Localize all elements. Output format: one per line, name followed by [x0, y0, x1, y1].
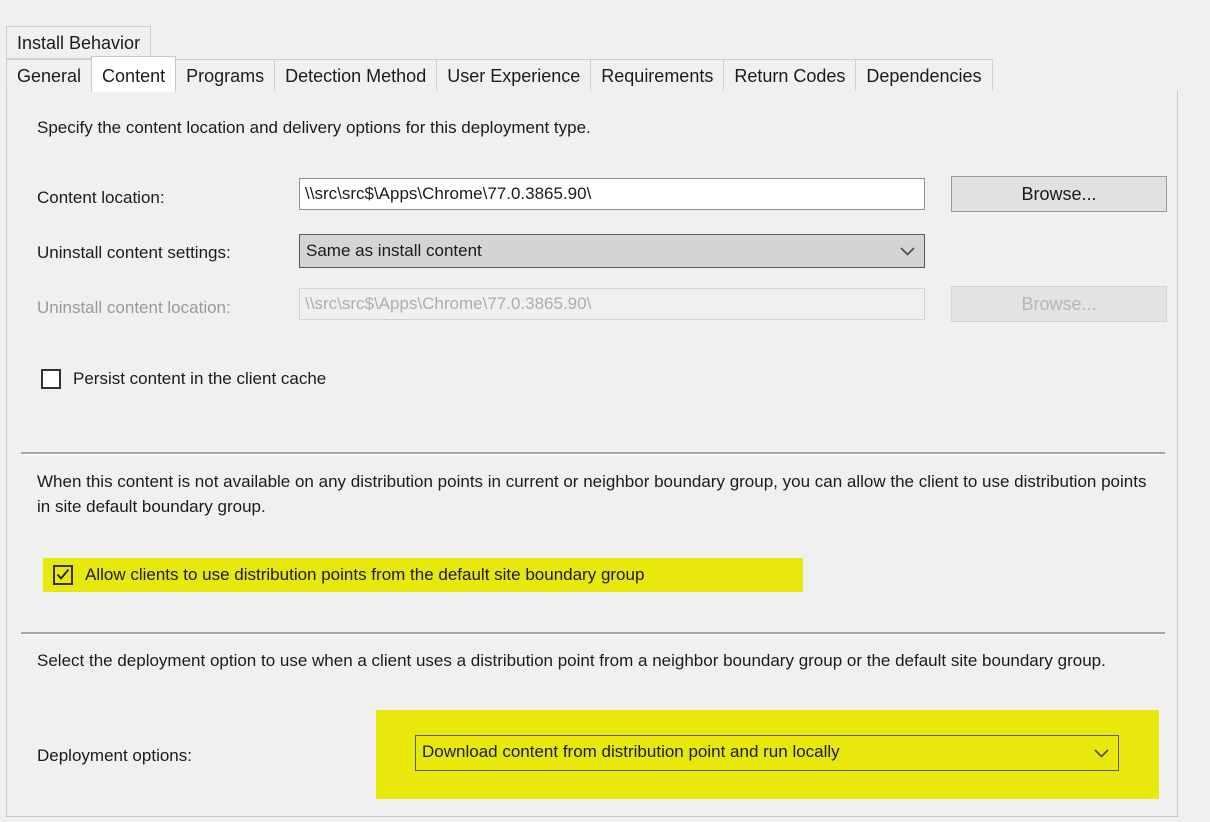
uninstall-content-location-browse-button: Browse... [951, 286, 1167, 322]
tab-install-behavior[interactable]: Install Behavior [6, 26, 151, 59]
allow-default-boundary-checkbox-row[interactable]: Allow clients to use distribution points… [43, 558, 803, 592]
tab-content[interactable]: Content [91, 56, 176, 92]
deployment-options-value: Download content from distribution point… [422, 742, 840, 761]
content-location-browse-button[interactable]: Browse... [951, 176, 1167, 212]
deployment-options-select[interactable]: Download content from distribution point… [415, 735, 1119, 771]
chevron-down-icon [899, 235, 915, 267]
deployment-option-paragraph: Select the deployment option to use when… [37, 648, 1163, 673]
separator-2 [21, 632, 1165, 635]
persist-content-label: Persist content in the client cache [73, 369, 326, 389]
uninstall-content-settings-value: Same as install content [306, 241, 482, 260]
dialog-window: Install Behavior General Content Program… [0, 0, 1210, 822]
separator-1 [21, 452, 1165, 455]
persist-content-checkbox[interactable] [41, 369, 61, 389]
uninstall-content-settings-label: Uninstall content settings: [37, 243, 231, 263]
allow-default-boundary-label: Allow clients to use distribution points… [85, 565, 644, 585]
tab-strip: Install Behavior General Content Program… [0, 0, 1210, 92]
tab-row-top: Install Behavior [6, 26, 151, 59]
tab-user-experience[interactable]: User Experience [436, 59, 591, 92]
uninstall-content-location-label: Uninstall content location: [37, 298, 231, 318]
chevron-down-icon [1093, 736, 1109, 770]
content-tab-panel: Specify the content location and deliver… [6, 91, 1178, 817]
boundary-group-paragraph: When this content is not available on an… [37, 469, 1163, 519]
tab-detection-method[interactable]: Detection Method [274, 59, 437, 92]
tab-requirements[interactable]: Requirements [590, 59, 724, 92]
allow-default-boundary-checkbox[interactable] [53, 565, 73, 585]
tab-row-bottom: General Content Programs Detection Metho… [6, 59, 993, 92]
tab-programs[interactable]: Programs [175, 59, 275, 92]
tab-dependencies[interactable]: Dependencies [855, 59, 992, 92]
content-location-input[interactable]: \\src\src$\Apps\Chrome\77.0.3865.90\ [299, 178, 925, 210]
checkmark-icon [56, 568, 70, 582]
content-location-label: Content location: [37, 188, 165, 208]
persist-content-checkbox-row[interactable]: Persist content in the client cache [41, 369, 326, 389]
deployment-options-label: Deployment options: [37, 746, 192, 766]
uninstall-content-settings-select[interactable]: Same as install content [299, 234, 925, 268]
tab-general[interactable]: General [6, 59, 92, 92]
uninstall-content-location-input: \\src\src$\Apps\Chrome\77.0.3865.90\ [299, 288, 925, 320]
tab-return-codes[interactable]: Return Codes [723, 59, 856, 92]
intro-text: Specify the content location and deliver… [37, 115, 1037, 140]
